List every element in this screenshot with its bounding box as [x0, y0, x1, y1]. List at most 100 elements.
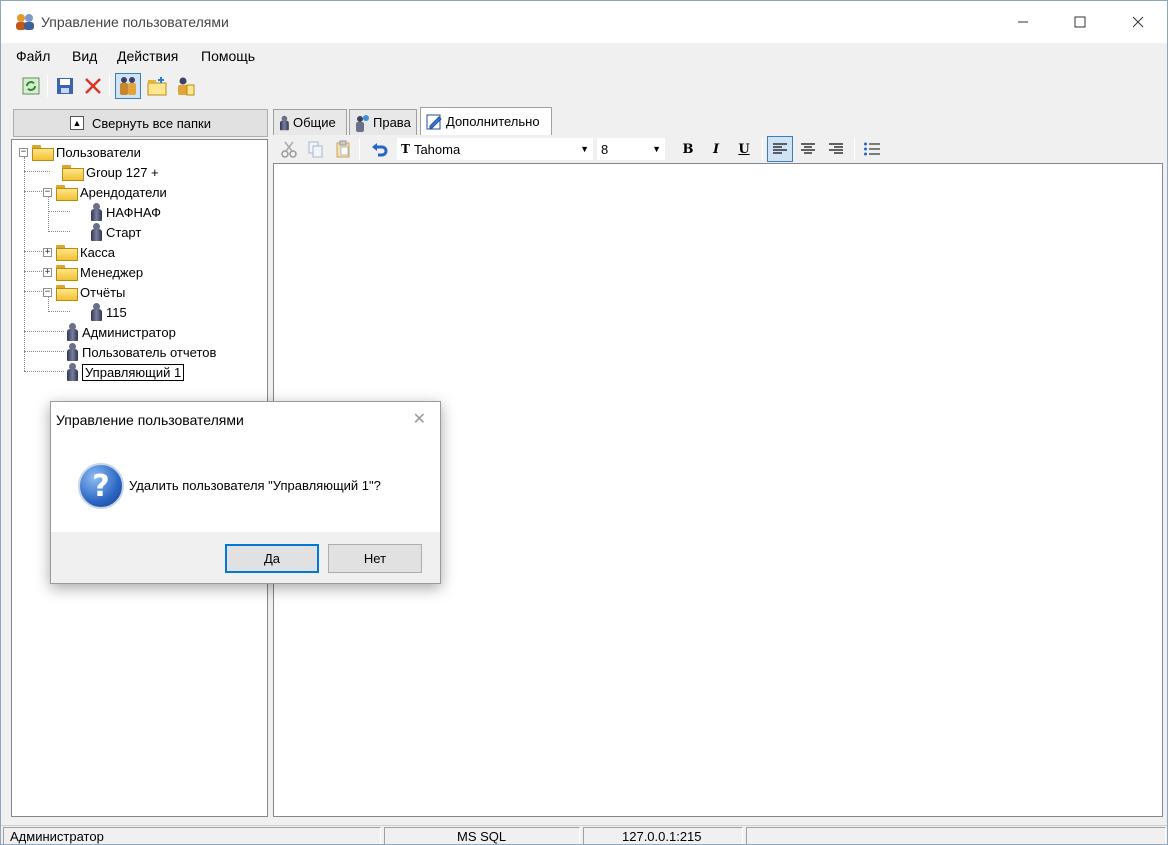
user-icon: [66, 343, 78, 361]
tree-node-label: НАФНАФ: [106, 204, 162, 220]
collapse-all-button[interactable]: ▲ Свернуть все папки: [13, 109, 268, 137]
folder-icon: [56, 185, 78, 201]
user-icon: [279, 115, 289, 130]
collapse-node-icon[interactable]: −: [43, 187, 52, 197]
tree-node-label: Отчёты: [80, 284, 126, 300]
menu-bar: Файл Вид Действия Помощь: [1, 43, 1167, 69]
save-button[interactable]: [52, 73, 78, 99]
copy-button[interactable]: [302, 136, 328, 162]
dialog-close-icon[interactable]: ✕: [413, 409, 426, 429]
status-bar: Администратор MS SQL 127.0.0.1:215: [1, 825, 1167, 844]
toolbar-separator: [854, 138, 855, 160]
toolbar-separator: [359, 138, 360, 160]
menu-file[interactable]: Файл: [16, 48, 50, 64]
users-app-icon: [16, 14, 34, 30]
dialog-footer: Да Нет: [51, 532, 440, 583]
undo-button[interactable]: [366, 136, 392, 162]
tree-node-label: Администратор: [82, 324, 176, 340]
tab-strip: Общие Права Дополнительно: [271, 107, 571, 135]
delete-button[interactable]: [80, 73, 106, 99]
tab-general[interactable]: Общие: [273, 109, 347, 135]
menu-help[interactable]: Помощь: [201, 48, 255, 64]
bold-button[interactable]: B: [675, 136, 701, 162]
align-right-button[interactable]: [823, 136, 849, 162]
user-icon: [66, 363, 78, 381]
font-name-select[interactable]: T Tahoma ▼: [397, 138, 593, 160]
user-icon: [66, 323, 78, 341]
bullet-list-icon: [864, 142, 880, 156]
minimize-button[interactable]: [994, 1, 1052, 43]
bullet-list-button[interactable]: [859, 136, 885, 162]
tree-node-kassa[interactable]: + Касса: [43, 242, 115, 262]
folder-icon: [56, 265, 78, 281]
tree-node-arendodateli[interactable]: − Арендодатели: [43, 182, 167, 202]
underline-button[interactable]: U: [731, 136, 757, 162]
toolbar-separator: [47, 75, 48, 97]
tree-node-nafnaf[interactable]: НАФНАФ: [90, 202, 161, 222]
expand-node-icon[interactable]: +: [43, 247, 52, 257]
refresh-button[interactable]: [18, 73, 44, 99]
no-button[interactable]: Нет: [328, 544, 422, 573]
tree-node-start[interactable]: Старт: [90, 222, 141, 242]
align-right-icon: [829, 143, 843, 154]
chevron-up-icon: ▲: [70, 116, 84, 130]
undo-icon: [372, 143, 388, 157]
tab-additional[interactable]: Дополнительно: [420, 107, 552, 135]
tree-node-label: Пользователи: [56, 144, 141, 160]
chevron-down-icon: ▼: [652, 144, 661, 154]
tree-node-administrator[interactable]: Администратор: [66, 322, 176, 342]
edit-note-icon: [426, 114, 442, 129]
collapse-node-icon[interactable]: −: [43, 287, 52, 297]
menu-actions[interactable]: Действия: [117, 48, 178, 64]
status-user: Администратор: [3, 827, 381, 844]
tree-node-manager[interactable]: + Менеджер: [43, 262, 143, 282]
folder-icon: [62, 165, 84, 181]
tree-node-upravlyayushchiy-1[interactable]: Управляющий 1: [66, 362, 185, 382]
italic-button[interactable]: I: [703, 136, 729, 162]
paste-button[interactable]: [330, 136, 356, 162]
yes-button[interactable]: Да: [225, 544, 319, 573]
cut-icon: [281, 141, 297, 158]
align-left-button[interactable]: [767, 136, 793, 162]
user-key-icon: [356, 114, 369, 132]
close-icon: [1132, 16, 1144, 28]
window-title: Управление пользователями: [41, 14, 229, 30]
add-folder-button[interactable]: [144, 73, 170, 99]
tree-node-users-root[interactable]: − Пользователи: [19, 142, 141, 162]
tree-node-label: Group 127 +: [86, 164, 159, 180]
chevron-down-icon: ▼: [580, 144, 589, 154]
users-view-button[interactable]: [115, 73, 141, 99]
collapse-all-label: Свернуть все папки: [92, 115, 211, 131]
user-icon: [90, 203, 102, 221]
font-name-value: Tahoma: [413, 141, 461, 157]
tab-label: Общие: [293, 115, 336, 130]
delete-icon: [85, 78, 101, 94]
tree-node-115[interactable]: 115: [90, 302, 127, 322]
tree-node-otchety[interactable]: − Отчёты: [43, 282, 125, 302]
tree-node-group127[interactable]: Group 127 +: [62, 162, 159, 182]
align-center-button[interactable]: [795, 136, 821, 162]
tree-node-reports-user[interactable]: Пользователь отчетов: [66, 342, 216, 362]
close-button[interactable]: [1109, 1, 1167, 43]
tree-line: [48, 211, 70, 212]
tree-node-label: Касса: [80, 244, 116, 260]
add-user-button[interactable]: [172, 73, 198, 99]
dialog-title: Управление пользователями: [56, 412, 244, 428]
collapse-node-icon[interactable]: −: [19, 147, 28, 157]
confirm-delete-dialog: Управление пользователями ✕ ? Удалить по…: [50, 401, 441, 584]
toolbar-separator: [109, 75, 110, 97]
tab-rights[interactable]: Права: [349, 109, 417, 135]
minimize-icon: [1018, 21, 1028, 23]
maximize-icon: [1074, 16, 1086, 28]
tree-node-label: Пользователь отчетов: [82, 344, 217, 360]
status-db: MS SQL: [384, 827, 580, 844]
menu-view[interactable]: Вид: [72, 48, 97, 64]
maximize-button[interactable]: [1051, 1, 1109, 43]
tree-line: [24, 171, 50, 172]
tab-label: Дополнительно: [446, 114, 540, 129]
cut-button[interactable]: [276, 136, 302, 162]
font-size-select[interactable]: 8 ▼: [597, 138, 665, 160]
refresh-icon: [22, 77, 40, 95]
expand-node-icon[interactable]: +: [43, 267, 52, 277]
tree-line: [24, 331, 64, 332]
